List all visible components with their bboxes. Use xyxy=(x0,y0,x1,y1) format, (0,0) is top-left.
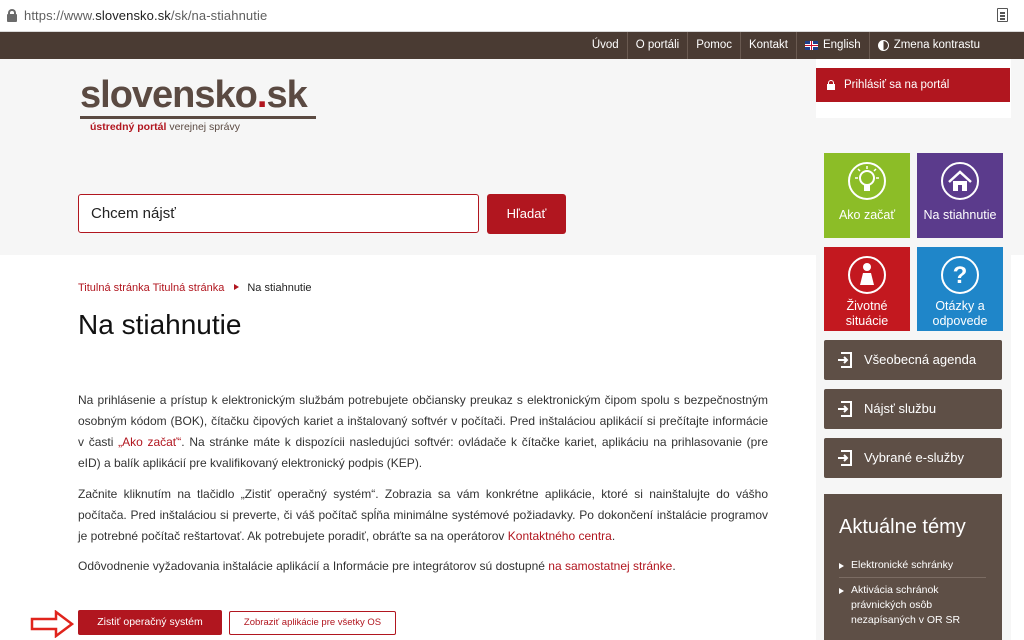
nav-kontakt[interactable]: Kontakt xyxy=(739,32,796,59)
topic-link[interactable]: Elektronické schránky xyxy=(839,553,986,578)
uk-flag-icon xyxy=(804,41,818,50)
breadcrumb: Titulná stránka Titulná stránka Na stiahn… xyxy=(78,282,312,294)
arrow-right-icon xyxy=(30,610,74,638)
house-download-icon xyxy=(941,162,979,200)
vybrane-e-sluzby-button[interactable]: Vybrané e-služby xyxy=(824,438,1002,478)
nav-pomoc[interactable]: Pomoc xyxy=(687,32,740,59)
topics-title: Aktuálne témy xyxy=(839,516,966,538)
lock-icon xyxy=(7,9,17,22)
intro-paragraph: Na prihlásenie a prístup k elektronickým… xyxy=(78,393,768,470)
login-button[interactable]: Prihlásiť sa na portál xyxy=(816,68,1010,102)
sign-in-icon xyxy=(838,352,852,368)
tile-ako-zacat[interactable]: Ako začať xyxy=(824,153,910,238)
url-text[interactable]: https://www.slovensko.sk/sk/na-stiahnuti… xyxy=(24,8,267,23)
nav-english[interactable]: English xyxy=(795,32,869,59)
question-mark-icon: ? xyxy=(941,256,979,294)
show-all-os-button[interactable]: Zobraziť aplikácie pre všetky OS xyxy=(229,611,396,635)
page-title: Na stiahnutie xyxy=(78,309,242,340)
sign-in-icon xyxy=(838,401,852,417)
tile-otazky-a-odpovede[interactable]: ? Otázky a odpovede xyxy=(917,247,1003,331)
top-navigation: Úvod O portáli Pomoc Kontakt English Zme… xyxy=(0,32,1024,59)
search-button[interactable]: Hľadať xyxy=(487,194,566,234)
nav-contrast[interactable]: Zmena kontrastu xyxy=(868,32,988,59)
nav-o-portali[interactable]: O portáli xyxy=(626,32,687,59)
aktualne-temy-panel: Aktuálne témy Elektronické schránky Akti… xyxy=(824,494,1002,640)
svg-text:?: ? xyxy=(953,262,968,289)
person-icon xyxy=(848,256,886,294)
detect-os-button[interactable]: Zistiť operačný systém xyxy=(78,610,222,635)
sign-in-icon xyxy=(838,450,852,466)
tile-na-stiahnutie[interactable]: Na stiahnutie xyxy=(917,153,1003,238)
contrast-icon xyxy=(877,40,889,51)
kontaktne-centrum-link[interactable]: Kontaktného centra xyxy=(508,529,612,543)
najst-sluzbu-button[interactable]: Nájsť službu xyxy=(824,389,1002,429)
ako-zacat-link[interactable]: „Ako začať“ xyxy=(118,435,181,449)
reader-view-icon[interactable] xyxy=(997,8,1008,22)
chevron-right-icon xyxy=(234,284,240,290)
lock-icon xyxy=(827,80,835,90)
breadcrumb-current: Na stiahnutie xyxy=(247,282,312,294)
breadcrumb-home[interactable]: Titulná stránka Titulná stránka xyxy=(78,282,224,294)
instructions-paragraph: Začnite kliknutím na tlačidlo „Zistiť op… xyxy=(78,487,768,543)
integrators-paragraph: Odôvodnenie vyžadovania inštalácie aplik… xyxy=(78,559,676,573)
browser-address-bar[interactable]: https://www.slovensko.sk/sk/na-stiahnuti… xyxy=(0,0,1024,32)
vseobecna-agenda-button[interactable]: Všeobecná agenda xyxy=(824,340,1002,380)
nav-uvod[interactable]: Úvod xyxy=(584,32,627,59)
tile-zivotne-situacie[interactable]: Životné situácie xyxy=(824,247,910,331)
lightbulb-icon xyxy=(848,162,886,200)
site-logo[interactable]: slovensko.sk ústredný portál verejnej sp… xyxy=(80,75,316,133)
search-input[interactable]: Chcem nájsť xyxy=(78,194,479,233)
samostatna-stranka-link[interactable]: na samostatnej stránke xyxy=(548,559,672,573)
topic-link[interactable]: Aktivácia schránok právnických osôb neza… xyxy=(839,578,986,632)
